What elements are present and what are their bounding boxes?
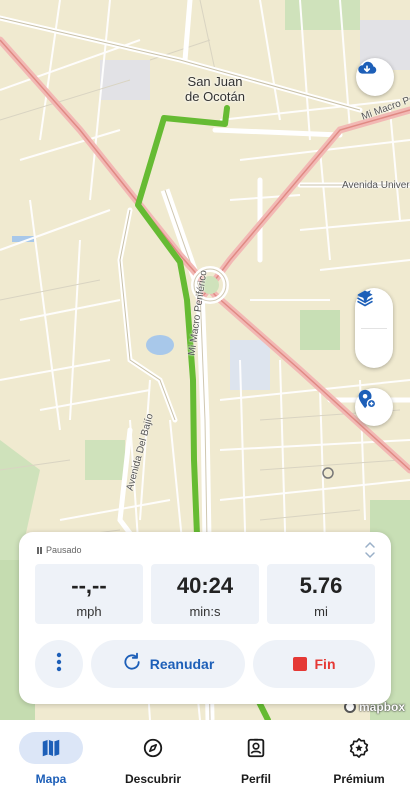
distance-stat: 5.76 mi — [267, 564, 375, 624]
nav-label-perfil: Perfil — [240, 772, 271, 786]
more-vertical-icon — [56, 652, 62, 677]
bottom-navigation: Mapa Descubrir Perfil Prémium — [0, 720, 410, 800]
route-line — [135, 105, 230, 538]
offline-download-button[interactable] — [356, 58, 394, 96]
map-icon — [19, 732, 83, 764]
resume-button[interactable]: Reanudar — [91, 640, 245, 688]
nav-item-premium[interactable]: Prémium — [308, 720, 410, 800]
profile-badge-icon — [224, 732, 288, 764]
time-value: 40:24 — [176, 573, 234, 598]
more-options-button[interactable] — [35, 640, 83, 688]
nav-label-mapa: Mapa — [35, 772, 67, 786]
collapse-toggle[interactable] — [363, 540, 377, 560]
nav-item-perfil[interactable]: Perfil — [205, 720, 307, 800]
distance-value: 5.76 — [299, 573, 343, 598]
nav-item-mapa[interactable]: Mapa — [0, 720, 102, 800]
status-label: Pausado — [46, 545, 82, 555]
speed-unit: mph — [76, 604, 102, 619]
end-button[interactable]: Fin — [253, 640, 375, 688]
map-controls-group — [355, 288, 393, 368]
stop-icon — [292, 657, 307, 671]
pause-icon — [37, 546, 42, 554]
speed-stat: --,-- mph — [35, 564, 143, 624]
speed-value: --,-- — [71, 573, 107, 598]
premium-badge-icon — [327, 732, 391, 764]
nav-label-premium: Prémium — [333, 772, 385, 786]
locate-me-button[interactable] — [355, 290, 393, 369]
nav-label-descubrir: Descubrir — [124, 772, 182, 786]
distance-unit: mi — [314, 604, 328, 619]
road-label-avenida-universidad: Avenida Universi — [342, 180, 410, 191]
tracking-panel: Pausado --,-- mph 40:24 min:s 5.76 mi Re… — [19, 532, 391, 704]
tracking-status: Pausado — [37, 545, 82, 555]
time-stat: 40:24 min:s — [151, 564, 259, 624]
resume-label: Reanudar — [149, 656, 215, 672]
chevron-up-down-icon — [363, 541, 377, 564]
refresh-icon — [122, 652, 142, 677]
place-label: San Juan de Ocotán — [185, 74, 245, 104]
compass-icon — [121, 732, 185, 764]
end-label: Fin — [314, 656, 336, 672]
time-unit: min:s — [189, 604, 221, 619]
add-poi-button[interactable] — [355, 388, 393, 426]
nav-item-descubrir[interactable]: Descubrir — [102, 720, 204, 800]
